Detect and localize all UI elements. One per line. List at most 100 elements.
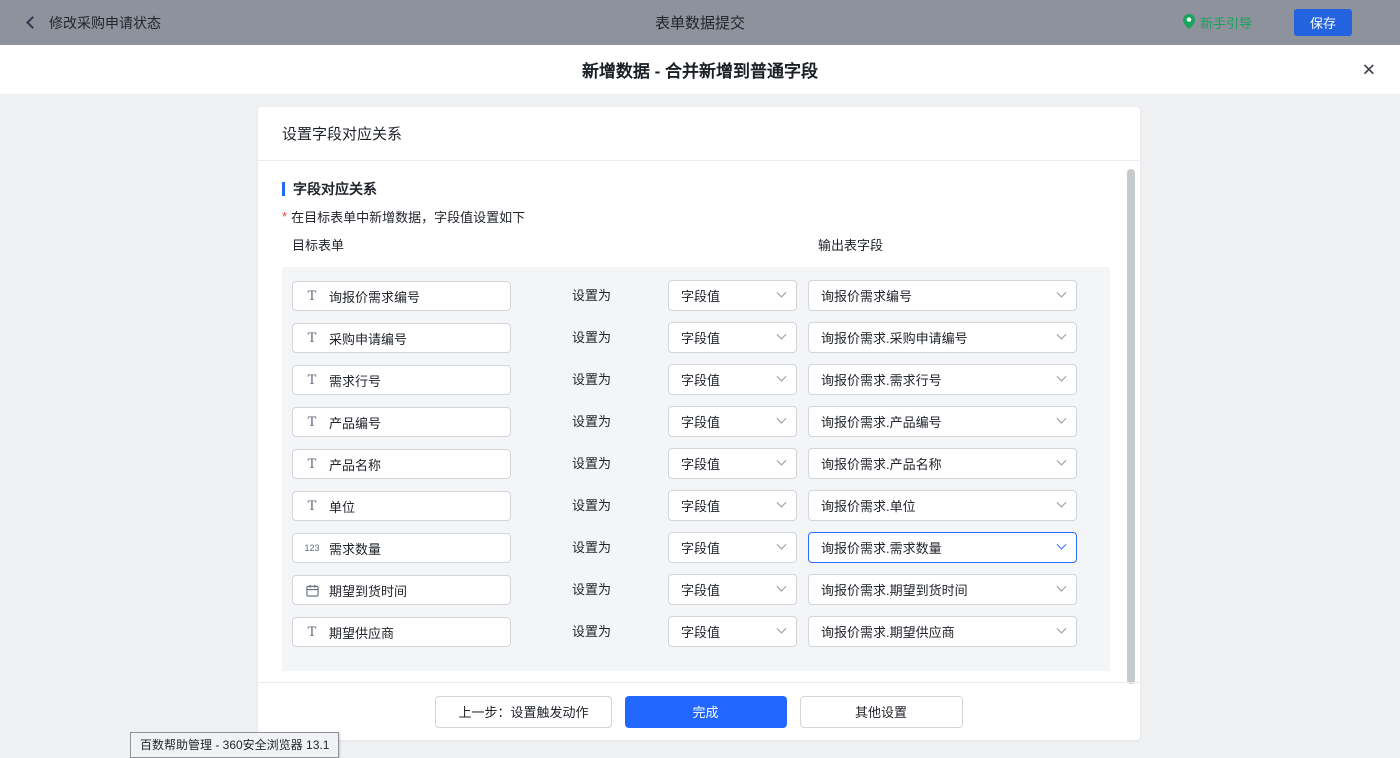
output-field-select[interactable]: 询报价需求.期望供应商 <box>808 616 1077 647</box>
value-type-select[interactable]: 字段值 <box>668 574 797 605</box>
output-field-select[interactable]: 询报价需求.单位 <box>808 490 1077 521</box>
mapping-row: T 产品名称 设置为 字段值 询报价需求.产品名称 <box>282 443 1110 485</box>
target-field: T 需求行号 <box>292 365 511 395</box>
set-as-label: 设置为 <box>572 491 611 521</box>
mapping-row: 123 需求数量 设置为 字段值 询报价需求.需求数量 <box>282 527 1110 569</box>
target-field: 期望到货时间 <box>292 575 511 605</box>
chevron-down-icon <box>1057 372 1067 382</box>
hint-line: * 在目标表单中新增数据，字段值设置如下 <box>282 207 525 226</box>
output-field-value: 询报价需求.期望到货时间 <box>821 580 968 599</box>
beginner-guide-link[interactable]: 新手引导 <box>1183 13 1252 32</box>
calendar-icon <box>304 584 320 597</box>
output-field-value: 询报价需求.期望供应商 <box>821 622 955 641</box>
text-field-icon: T <box>304 457 320 472</box>
finish-button[interactable]: 完成 <box>625 696 787 728</box>
value-type-value: 字段值 <box>681 496 720 515</box>
beginner-guide-label: 新手引导 <box>1200 13 1252 32</box>
modal-title-bar: 新增数据 - 合并新增到普通字段 ✕ <box>0 45 1400 95</box>
target-field: 123 需求数量 <box>292 533 511 563</box>
set-as-label: 设置为 <box>572 281 611 311</box>
text-field-icon: T <box>304 499 320 514</box>
browser-status-tooltip: 百数帮助管理 - 360安全浏览器 13.1 <box>130 732 339 758</box>
column-header-output: 输出表字段 <box>818 235 883 254</box>
page-title: 表单数据提交 <box>655 12 745 33</box>
other-settings-button[interactable]: 其他设置 <box>800 696 963 728</box>
output-field-select[interactable]: 询报价需求编号 <box>808 280 1077 311</box>
value-type-value: 字段值 <box>681 622 720 641</box>
location-pin-icon <box>1183 14 1195 32</box>
value-type-value: 字段值 <box>681 412 720 431</box>
chevron-down-icon <box>777 498 787 508</box>
chevron-down-icon <box>1057 414 1067 424</box>
value-type-select[interactable]: 字段值 <box>668 364 797 395</box>
value-type-select[interactable]: 字段值 <box>668 490 797 521</box>
set-as-label: 设置为 <box>572 323 611 353</box>
back-nav[interactable]: 修改采购申请状态 <box>28 13 161 33</box>
output-field-select[interactable]: 询报价需求.产品名称 <box>808 448 1077 479</box>
mapping-row: T 产品编号 设置为 字段值 询报价需求.产品编号 <box>282 401 1110 443</box>
back-chevron-icon[interactable] <box>26 16 39 29</box>
chevron-down-icon <box>1057 330 1067 340</box>
value-type-select[interactable]: 字段值 <box>668 616 797 647</box>
mapping-row: T 单位 设置为 字段值 询报价需求.单位 <box>282 485 1110 527</box>
target-field-label: 需求行号 <box>329 371 381 390</box>
text-field-icon: T <box>304 373 320 388</box>
mapping-row: T 采购申请编号 设置为 字段值 询报价需求.采购申请编号 <box>282 317 1110 359</box>
output-field-select[interactable]: 询报价需求.需求行号 <box>808 364 1077 395</box>
section-title-label: 字段对应关系 <box>293 179 377 199</box>
output-field-select[interactable]: 询报价需求.产品编号 <box>808 406 1077 437</box>
mapping-row: T 期望供应商 设置为 字段值 询报价需求.期望供应商 <box>282 611 1110 653</box>
set-as-label: 设置为 <box>572 575 611 605</box>
target-field-label: 产品编号 <box>329 413 381 432</box>
output-field-select[interactable]: 询报价需求.采购申请编号 <box>808 322 1077 353</box>
chevron-down-icon <box>777 414 787 424</box>
text-field-icon: T <box>304 331 320 346</box>
value-type-select[interactable]: 字段值 <box>668 406 797 437</box>
output-field-select-focused[interactable]: 询报价需求.需求数量 <box>808 532 1077 563</box>
value-type-select[interactable]: 字段值 <box>668 322 797 353</box>
section-accent-bar <box>282 182 285 196</box>
value-type-value: 字段值 <box>681 538 720 557</box>
chevron-down-icon <box>777 288 787 298</box>
target-field-label: 采购申请编号 <box>329 329 407 348</box>
column-header-target: 目标表单 <box>292 235 344 254</box>
chevron-down-icon <box>1057 540 1067 550</box>
target-field: T 产品编号 <box>292 407 511 437</box>
chevron-down-icon <box>777 582 787 592</box>
previous-step-button[interactable]: 上一步：设置触发动作 <box>435 696 611 728</box>
value-type-select[interactable]: 字段值 <box>668 448 797 479</box>
set-as-label: 设置为 <box>572 365 611 395</box>
value-type-select[interactable]: 字段值 <box>668 532 797 563</box>
section-title: 字段对应关系 <box>282 179 377 199</box>
top-bar: 修改采购申请状态 表单数据提交 新手引导 保存 <box>0 0 1400 45</box>
target-field-label: 需求数量 <box>329 539 381 558</box>
card-header: 设置字段对应关系 <box>258 107 1140 161</box>
chevron-down-icon <box>1057 624 1067 634</box>
target-field: T 期望供应商 <box>292 617 511 647</box>
set-as-label: 设置为 <box>572 617 611 647</box>
text-field-icon: T <box>304 415 320 430</box>
workflow-name[interactable]: 修改采购申请状态 <box>49 13 161 33</box>
output-field-value: 询报价需求.需求数量 <box>821 538 942 557</box>
vertical-scrollbar[interactable] <box>1127 169 1135 684</box>
output-field-select[interactable]: 询报价需求.期望到货时间 <box>808 574 1077 605</box>
output-field-value: 询报价需求.产品编号 <box>821 412 942 431</box>
value-type-value: 字段值 <box>681 454 720 473</box>
save-button[interactable]: 保存 <box>1294 9 1352 36</box>
chevron-down-icon <box>777 456 787 466</box>
value-type-value: 字段值 <box>681 328 720 347</box>
text-field-icon: T <box>304 625 320 640</box>
close-icon[interactable]: ✕ <box>1362 61 1376 78</box>
chevron-down-icon <box>777 540 787 550</box>
chevron-down-icon <box>1057 498 1067 508</box>
mapping-row: T 询报价需求编号 设置为 字段值 询报价需求编号 <box>282 275 1110 317</box>
target-field-label: 询报价需求编号 <box>329 287 420 306</box>
output-field-value: 询报价需求.需求行号 <box>821 370 942 389</box>
set-as-label: 设置为 <box>572 449 611 479</box>
target-field-label: 期望供应商 <box>329 623 394 642</box>
chevron-down-icon <box>777 624 787 634</box>
target-field-label: 期望到货时间 <box>329 581 407 600</box>
value-type-select[interactable]: 字段值 <box>668 280 797 311</box>
target-field: T 产品名称 <box>292 449 511 479</box>
mapping-panel: T 询报价需求编号 设置为 字段值 询报价需求编号 T 采购申请编号 设置为 字… <box>282 267 1110 671</box>
